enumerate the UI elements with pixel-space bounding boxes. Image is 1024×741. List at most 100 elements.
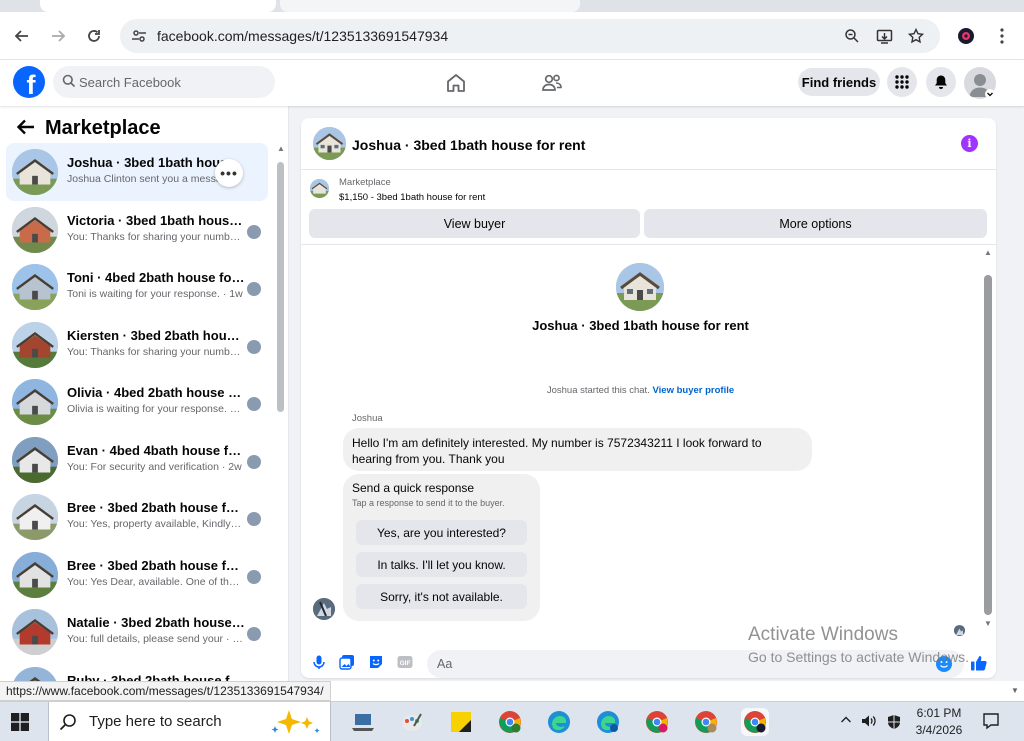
notification-center-icon[interactable]	[982, 712, 1000, 733]
quick-reply-not-available-button[interactable]: Sorry, it's not available.	[356, 584, 527, 609]
network-shield-icon[interactable]	[886, 714, 902, 733]
conversation-item[interactable]: Kiersten · 3bed 2bath house for rent You:…	[6, 316, 268, 374]
grid-icon	[895, 75, 909, 89]
chevron-up-icon[interactable]	[840, 714, 852, 729]
browser-tab-active[interactable]	[40, 0, 276, 12]
site-settings-icon[interactable]	[130, 27, 148, 45]
conversation-more-options-icon[interactable]: •••	[215, 159, 243, 187]
chat-house-thumbnail[interactable]	[313, 127, 346, 160]
conversation-preview: Olivia is waiting for your response. · 2…	[67, 403, 243, 415]
scroll-down-arrow-icon[interactable]: ▼	[1011, 686, 1019, 695]
listing-thumbnail[interactable]	[310, 179, 329, 198]
conversation-thumbnail	[12, 666, 58, 681]
taskbar-app-sticky-notes-icon[interactable]	[447, 708, 475, 736]
microphone-icon[interactable]	[311, 654, 327, 670]
search-input[interactable]	[79, 66, 269, 98]
svg-text:GIF: GIF	[400, 660, 411, 667]
sidebar-scrollbar[interactable]: ▲	[276, 145, 285, 681]
read-receipt-avatar	[247, 339, 261, 354]
conversation-list: Joshua · 3bed 1bath house for rentJoshua…	[6, 143, 268, 681]
taskbar-clock[interactable]: 6:01 PM 3/4/2026	[904, 705, 974, 739]
reload-icon[interactable]	[82, 24, 106, 48]
read-receipt-avatar	[247, 282, 261, 296]
conversation-preview: You: full details, please send your · 3w	[67, 633, 243, 645]
conversation-item[interactable]: Toni · 4bed 2bath house for rent Toni is …	[6, 258, 268, 316]
taskbar-app-laptop-icon[interactable]	[349, 708, 377, 736]
taskbar-app-chrome-profile3-icon[interactable]	[692, 708, 720, 736]
thread-scrollbar[interactable]: ▲ ▼	[983, 249, 993, 634]
conversation-thumbnail	[12, 206, 58, 253]
conversation-item[interactable]: Joshua · 3bed 1bath house for rentJoshua…	[6, 143, 268, 201]
zoom-icon[interactable]	[842, 26, 862, 46]
quick-reply-yes-button[interactable]: Yes, are you interested?	[356, 520, 527, 545]
browser-menu-icon[interactable]	[990, 24, 1014, 48]
scrollbar-thumb[interactable]	[984, 275, 992, 615]
conversation-item[interactable]: Natalie · 3bed 2bath house for rent You: …	[6, 603, 268, 661]
thumbs-up-icon[interactable]	[970, 654, 988, 672]
conversation-name: Toni · 4bed 2bath house for rent	[67, 270, 245, 285]
bookmark-star-icon[interactable]	[906, 26, 926, 46]
sticker-icon[interactable]	[368, 654, 384, 670]
sidebar-header: Marketplace	[0, 106, 288, 146]
quick-response-subtitle: Tap a response to send it to the buyer.	[352, 498, 505, 508]
message-thread: Joshua · 3bed 1bath house for rent Joshu…	[301, 246, 996, 638]
conversation-item[interactable]: Olivia · 4bed 2bath house for rent Olivia…	[6, 373, 268, 431]
listing-summary: Marketplace $1,150 - 3bed 1bath house fo…	[301, 171, 996, 245]
chevron-down-icon[interactable]	[985, 89, 995, 99]
conversation-item[interactable]: Bree · 3bed 2bath house for rent You: Yes…	[6, 546, 268, 604]
scrollbar-thumb[interactable]	[277, 162, 284, 412]
address-url[interactable]: facebook.com/messages/t/1235133691547934	[157, 28, 448, 44]
more-options-button[interactable]: More options	[644, 209, 987, 238]
quick-reply-in-talks-button[interactable]: In talks. I'll let you know.	[356, 552, 527, 577]
taskbar-app-chrome-profile2-icon[interactable]	[643, 708, 671, 736]
taskbar-search-box[interactable]: Type here to search	[48, 702, 331, 741]
taskbar-app-paint-icon[interactable]	[398, 708, 426, 736]
photo-icon[interactable]	[339, 654, 355, 670]
sender-avatar[interactable]	[313, 598, 335, 620]
facebook-search-box[interactable]	[53, 66, 275, 98]
forward-arrow-icon[interactable]	[46, 24, 70, 48]
browser-tab[interactable]	[280, 0, 580, 12]
view-buyer-button[interactable]: View buyer	[309, 209, 640, 238]
scroll-up-arrow-icon[interactable]: ▲	[277, 145, 285, 153]
home-icon[interactable]	[444, 71, 468, 95]
scroll-down-arrow-icon[interactable]: ▼	[984, 620, 992, 628]
taskbar-app-chrome-icon[interactable]	[496, 708, 524, 736]
conversation-name: Ruby · 3bed 2bath house for rent	[67, 672, 245, 682]
taskbar-app-chrome-active-icon[interactable]	[741, 708, 769, 736]
conversation-thumbnail	[12, 264, 58, 310]
volume-icon[interactable]	[861, 714, 877, 731]
chat-started-notice: Joshua started this chat. View buyer pro…	[546, 385, 735, 396]
listing-large-thumbnail[interactable]	[616, 263, 664, 311]
windows-start-icon[interactable]	[10, 712, 30, 732]
chat-title[interactable]: Joshua · 3bed 1bath house for rent	[352, 137, 585, 153]
conversation-item[interactable]: Victoria · 3bed 1bath house for rent You:…	[6, 201, 268, 259]
info-icon[interactable]: i	[961, 135, 978, 152]
facebook-logo-icon[interactable]: f	[13, 66, 45, 98]
view-buyer-profile-link[interactable]: View buyer profile	[652, 385, 734, 396]
conversation-item[interactable]: Evan · 4bed 4bath house for rent You: For…	[6, 431, 268, 489]
emoji-icon[interactable]	[936, 656, 952, 672]
taskbar-app-edge-icon[interactable]	[545, 708, 573, 736]
notifications-button[interactable]	[926, 67, 956, 97]
back-arrow-icon[interactable]	[16, 118, 36, 136]
conversation-preview: You: Thanks for sharing your number! · 1…	[67, 345, 243, 358]
menu-grid-button[interactable]	[887, 67, 917, 97]
quick-response-title: Send a quick response	[352, 481, 475, 495]
friends-icon[interactable]	[540, 71, 564, 95]
conversation-thumbnail	[12, 321, 58, 368]
gif-icon[interactable]: GIF	[397, 654, 413, 670]
back-arrow-icon[interactable]	[10, 24, 34, 48]
find-friends-button[interactable]: Find friends	[798, 68, 880, 96]
conversation-item[interactable]: Bree · 3bed 2bath house for rent You: Yes…	[6, 488, 268, 546]
taskbar-app-edge-beta-icon[interactable]	[594, 708, 622, 736]
extension-icon[interactable]	[954, 24, 978, 48]
install-app-icon[interactable]	[874, 26, 894, 46]
listing-price-title[interactable]: $1,150 - 3bed 1bath house for rent	[339, 192, 485, 203]
scroll-up-arrow-icon[interactable]: ▲	[984, 249, 992, 257]
message-input[interactable]	[427, 650, 964, 678]
read-receipt-avatar	[247, 454, 261, 469]
address-bar[interactable]: facebook.com/messages/t/1235133691547934	[120, 19, 940, 53]
link-status-bar: https://www.facebook.com/messages/t/1235…	[0, 681, 331, 701]
conversation-item[interactable]: Ruby · 3bed 2bath house for rent	[6, 661, 268, 682]
